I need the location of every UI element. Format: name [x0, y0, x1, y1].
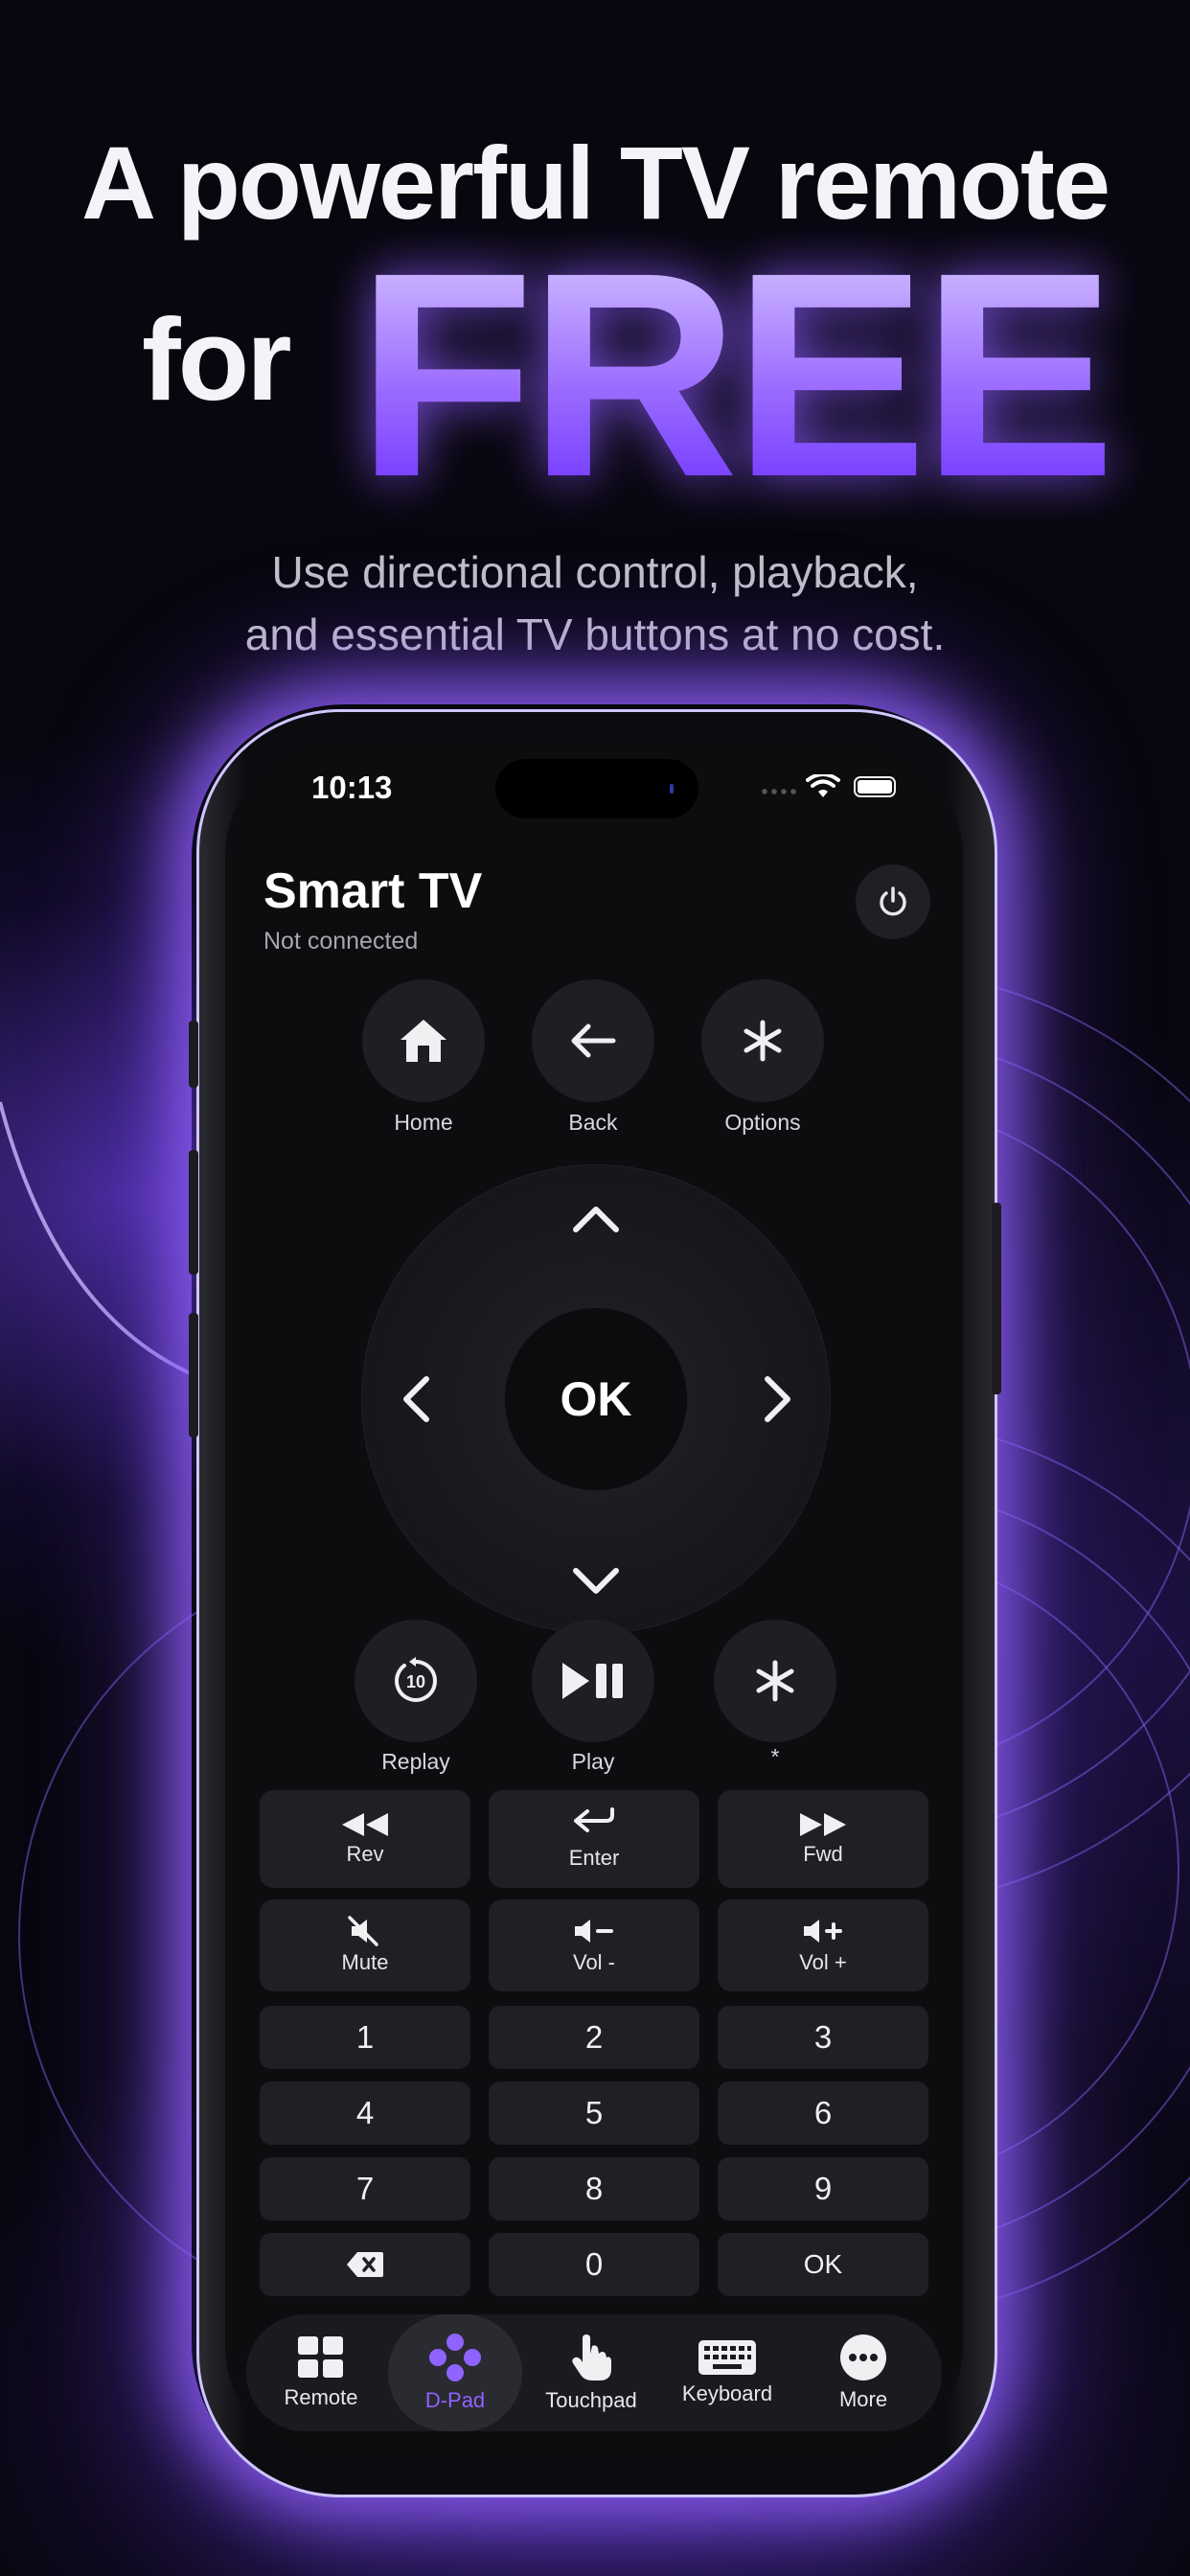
key-9[interactable]: 9: [718, 2157, 928, 2220]
vol-up-button[interactable]: Vol +: [718, 1899, 928, 1991]
asterisk-icon: [756, 1660, 794, 1702]
mute-button[interactable]: Mute: [260, 1899, 470, 1991]
options-button[interactable]: [701, 979, 824, 1102]
play-label: Play: [571, 1749, 615, 1774]
tab-remote[interactable]: Remote: [254, 2314, 388, 2431]
fwd-label: Fwd: [803, 1842, 843, 1866]
vol-down-button[interactable]: Vol -: [489, 1899, 699, 1991]
key-4[interactable]: 4: [260, 2082, 470, 2145]
options-label: Options: [724, 1110, 801, 1135]
enter-icon: [574, 1807, 614, 1832]
headline-for: for: [142, 294, 292, 425]
key-delete[interactable]: [260, 2233, 470, 2296]
key-7[interactable]: 7: [260, 2157, 470, 2220]
subtitle-line1: Use directional control, playback,: [271, 547, 919, 597]
back-button[interactable]: [532, 979, 654, 1102]
back-label: Back: [568, 1110, 618, 1135]
replay-label: Replay: [381, 1749, 450, 1774]
mute-icon: [348, 1916, 378, 1946]
replay-10-icon: 10: [395, 1657, 437, 1702]
dpad-right-button[interactable]: [762, 1373, 794, 1425]
key-6[interactable]: 6: [718, 2082, 928, 2145]
headline-free: FREE: [356, 213, 1116, 538]
tab-dpad-label: D-Pad: [424, 2388, 486, 2412]
dpad-icon: [429, 2334, 481, 2381]
replay-button[interactable]: 10: [355, 1620, 477, 1742]
dpad-down-button[interactable]: [570, 1565, 622, 1598]
subtitle-line2: and essential TV buttons at no cost.: [244, 610, 946, 659]
wifi-icon: [806, 774, 840, 797]
tab-touchpad-label: Touchpad: [545, 2388, 637, 2412]
power-icon: [880, 886, 906, 916]
tab-more[interactable]: More: [796, 2314, 930, 2431]
device-name: Smart TV: [263, 863, 483, 919]
enter-button[interactable]: Enter: [489, 1790, 699, 1888]
rev-button[interactable]: Rev: [260, 1790, 470, 1888]
asterisk-icon: [744, 1020, 782, 1062]
phone-volume-up-button: [189, 1150, 198, 1275]
phone-power-button: [992, 1203, 1001, 1394]
cellular-dots-icon: [760, 788, 798, 795]
key-5[interactable]: 5: [489, 2082, 699, 2145]
dynamic-island: [495, 759, 698, 818]
keyboard-icon: [698, 2340, 756, 2375]
key-3[interactable]: 3: [718, 2006, 928, 2069]
svg-text:10: 10: [406, 1672, 425, 1691]
key-8[interactable]: 8: [489, 2157, 699, 2220]
play-pause-icon: [562, 1663, 623, 1699]
tab-remote-label: Remote: [284, 2385, 358, 2409]
tab-keyboard-label: Keyboard: [681, 2381, 773, 2405]
vol-down-label: Vol -: [572, 1950, 616, 1974]
connection-status: Not connected: [263, 928, 419, 954]
battery-icon: [854, 776, 896, 797]
mute-label: Mute: [341, 1950, 389, 1974]
fwd-button[interactable]: Fwd: [718, 1790, 928, 1888]
rewind-icon: [342, 1813, 388, 1836]
dpad: OK: [361, 1164, 831, 1634]
back-arrow-icon: [571, 1024, 616, 1058]
status-time: 10:13: [311, 770, 393, 805]
star-label: *: [770, 1744, 780, 1769]
tab-more-label: More: [838, 2387, 888, 2411]
phone-side-button: [189, 1021, 198, 1088]
delete-icon: [347, 2252, 383, 2277]
key-1[interactable]: 1: [260, 2006, 470, 2069]
tab-dpad[interactable]: D-Pad: [388, 2314, 522, 2431]
vol-up-label: Vol +: [799, 1950, 847, 1974]
key-0[interactable]: 0: [489, 2233, 699, 2296]
enter-label: Enter: [568, 1846, 620, 1870]
power-button[interactable]: [856, 864, 930, 939]
phone-volume-down-button: [189, 1313, 198, 1438]
rev-label: Rev: [346, 1842, 384, 1866]
home-icon: [400, 1020, 446, 1062]
home-label: Home: [394, 1110, 453, 1135]
key-ok[interactable]: OK: [718, 2233, 928, 2296]
dpad-ok-button[interactable]: OK: [505, 1308, 687, 1490]
tab-touchpad[interactable]: Touchpad: [524, 2314, 658, 2431]
volume-down-icon: [575, 1920, 613, 1943]
tab-keyboard[interactable]: Keyboard: [660, 2314, 794, 2431]
volume-up-icon: [804, 1920, 842, 1943]
key-2[interactable]: 2: [489, 2006, 699, 2069]
phone-screen: 10:13 Smart TV Not connected Home Back O…: [225, 738, 963, 2463]
hand-pointer-icon: [572, 2334, 611, 2380]
grid-icon: [298, 2336, 343, 2378]
home-button[interactable]: [362, 979, 485, 1102]
tab-bar: Remote D-Pad Touchpad Keyboard More: [246, 2314, 942, 2431]
camera-indicator: [670, 784, 674, 794]
dpad-up-button[interactable]: [570, 1203, 622, 1235]
more-icon: [840, 2334, 886, 2380]
play-button[interactable]: [532, 1620, 654, 1742]
fast-forward-icon: [800, 1813, 846, 1836]
star-button[interactable]: [714, 1620, 836, 1742]
dpad-left-button[interactable]: [400, 1373, 432, 1425]
